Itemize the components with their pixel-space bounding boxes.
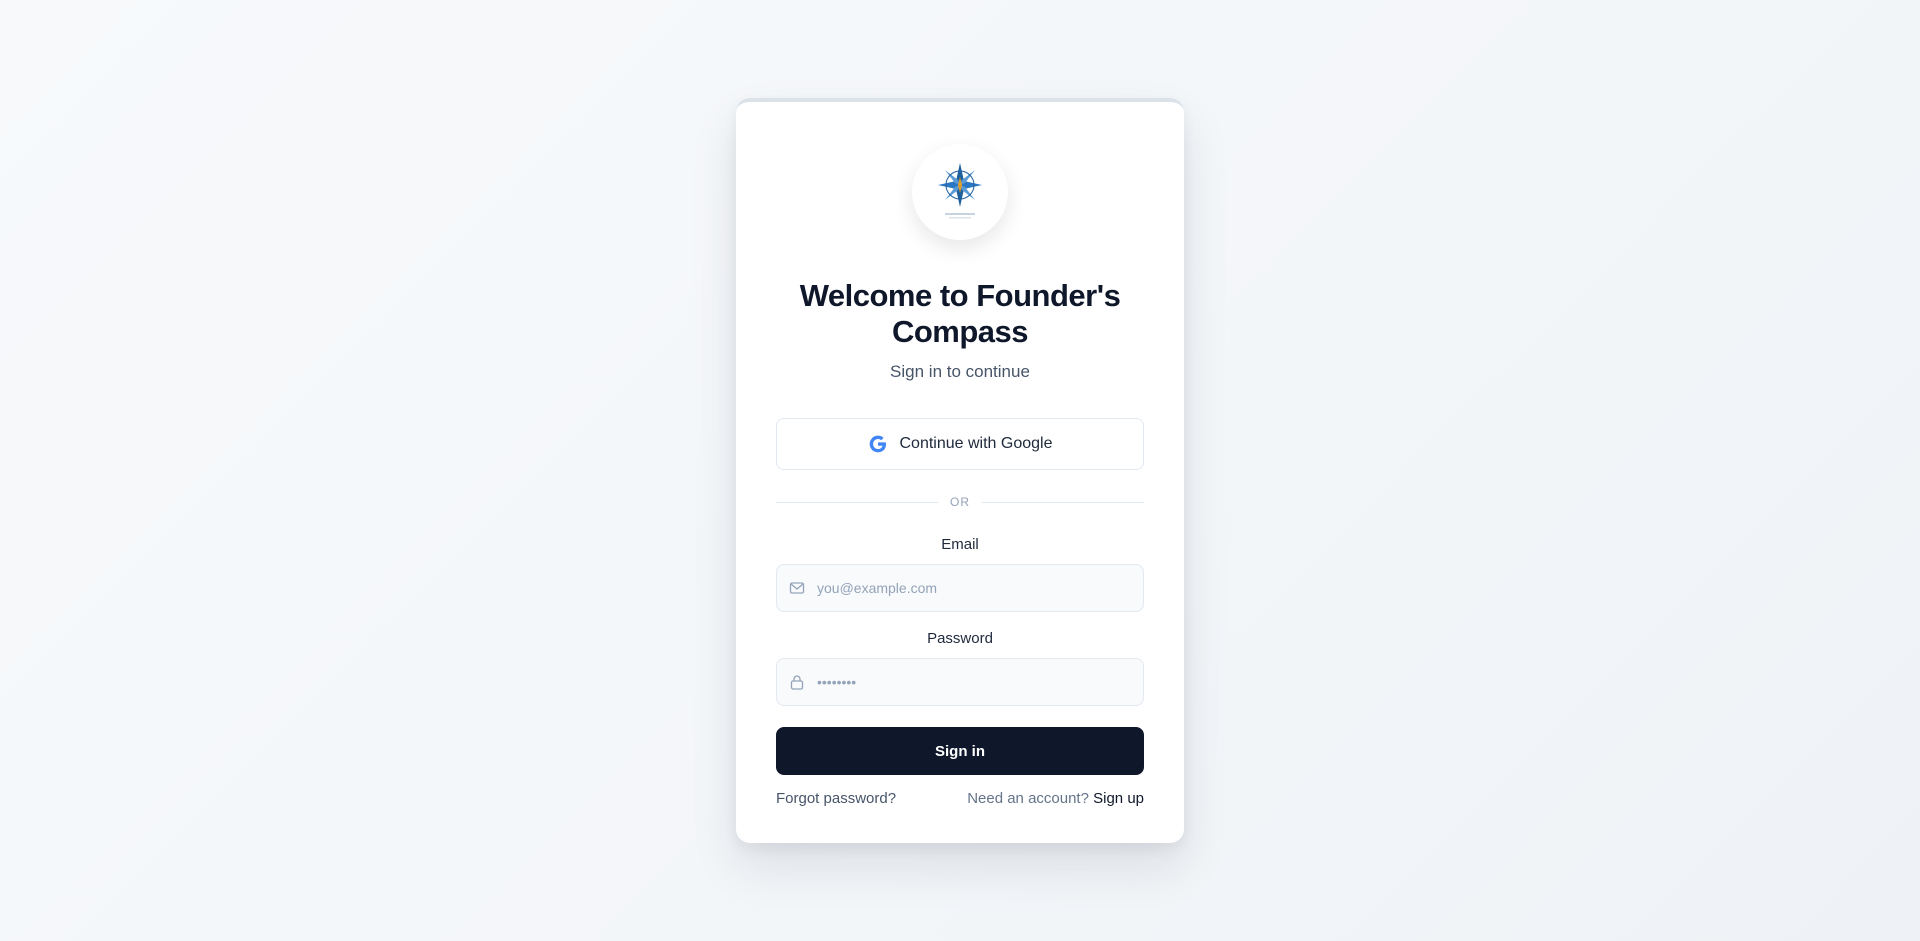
continue-with-google-button[interactable]: Continue with Google xyxy=(776,418,1144,470)
email-input[interactable] xyxy=(817,565,1143,611)
compass-rose-icon xyxy=(938,163,982,219)
page-subtitle: Sign in to continue xyxy=(890,362,1030,381)
email-field-wrapper xyxy=(776,564,1144,612)
divider-line-right xyxy=(982,501,1144,503)
divider-line-left xyxy=(776,501,938,503)
password-label: Password xyxy=(927,630,993,647)
page-title: Welcome to Founder's Compass xyxy=(799,278,1121,349)
need-account-text: Need an account? xyxy=(967,789,1094,807)
mail-icon xyxy=(789,580,805,596)
signup-prompt: Need an account? Sign up xyxy=(967,790,1144,807)
or-divider: OR xyxy=(776,492,1144,512)
sign-up-link[interactable]: Sign up xyxy=(1093,790,1144,807)
divider-text: OR xyxy=(950,495,970,509)
login-card: Welcome to Founder's Compass Sign in to … xyxy=(736,98,1184,843)
forgot-password-link[interactable]: Forgot password? xyxy=(776,790,896,807)
auth-footer: Forgot password? Need an account? Sign u… xyxy=(776,788,1144,808)
email-label: Email xyxy=(941,536,979,553)
password-field-wrapper xyxy=(776,658,1144,706)
continue-with-google-label: Continue with Google xyxy=(899,435,1053,452)
lock-icon xyxy=(789,674,805,690)
password-input[interactable] xyxy=(817,659,1143,705)
logo xyxy=(912,144,1008,240)
sign-in-button[interactable]: Sign in xyxy=(776,727,1144,775)
google-icon xyxy=(868,434,888,454)
